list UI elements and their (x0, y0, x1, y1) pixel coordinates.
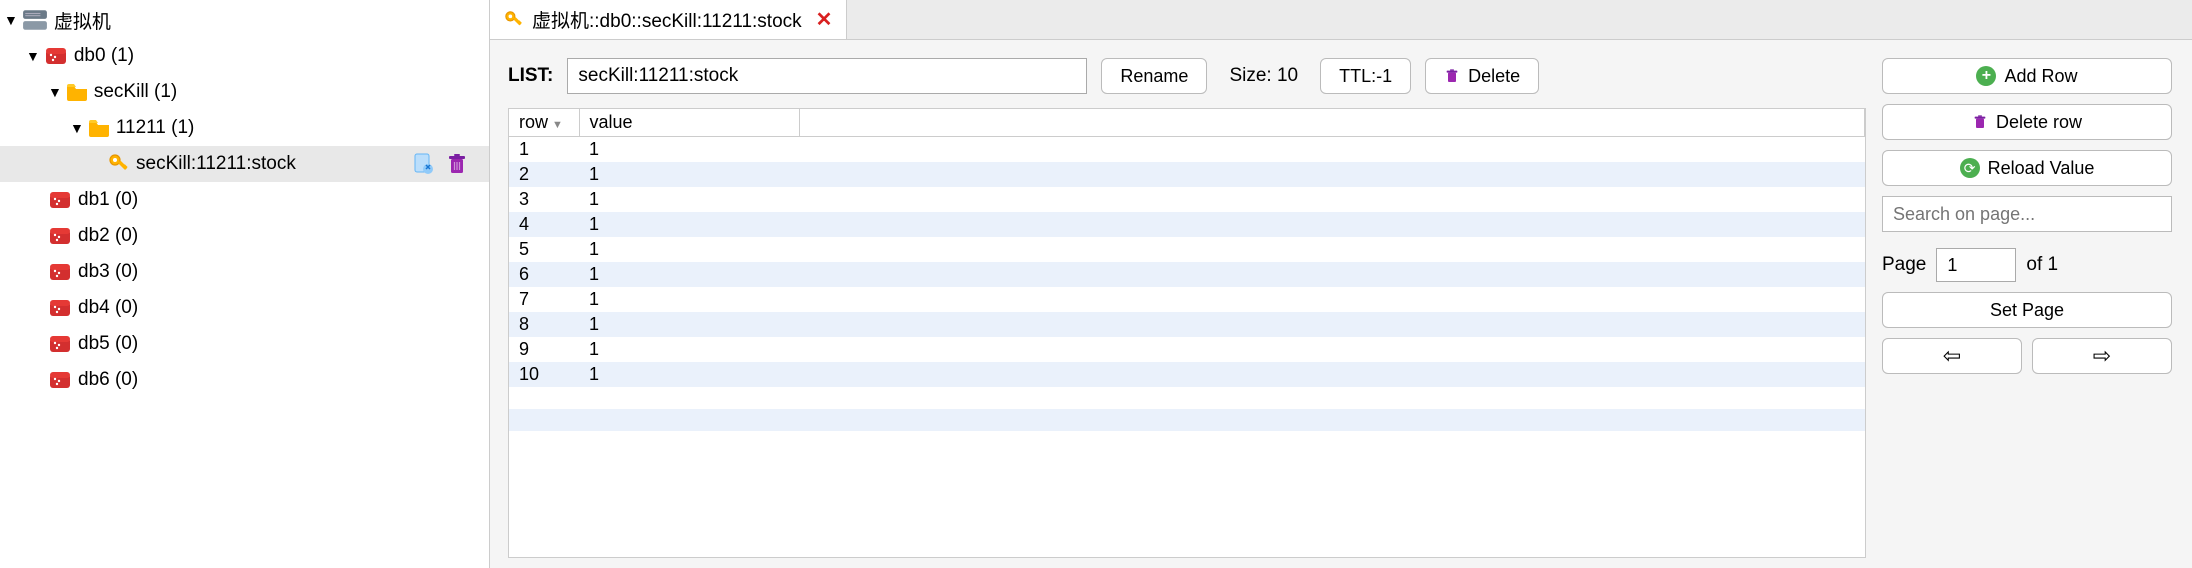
trash-icon (1444, 67, 1460, 85)
database-icon (44, 46, 68, 66)
main: 虚拟机::db0::secKill:11211:stock ✕ LIST: Re… (490, 0, 2192, 568)
page-of-label: of 1 (2026, 254, 2058, 276)
delete-row-button[interactable]: Delete row (1882, 104, 2172, 140)
trash-icon (1972, 113, 1988, 131)
nav-row: ⇦ ⇨ (1882, 338, 2172, 374)
table-row[interactable]: 101 (509, 362, 1865, 387)
table-row[interactable]: 31 (509, 187, 1865, 212)
folder-icon (66, 83, 88, 101)
table-row[interactable]: 61 (509, 262, 1865, 287)
tree-11211[interactable]: 11211 (1) (0, 110, 489, 146)
database-icon (48, 190, 72, 210)
col-spacer (799, 109, 1865, 137)
add-row-label: Add Row (2004, 66, 2077, 87)
key-name-input[interactable] (567, 58, 1087, 94)
sidebar: 虚拟机 db0 (1) secKill (1) 11211 (1) secKil… (0, 0, 490, 568)
reload-button[interactable]: ⟳ Reload Value (1882, 150, 2172, 186)
table-row[interactable]: 91 (509, 337, 1865, 362)
key-icon (504, 10, 524, 30)
right-panel: + Add Row Delete row ⟳ Reload Value Page… (1882, 58, 2172, 558)
table-row-blank (509, 387, 1865, 409)
key-row: LIST: Rename Size: 10 TTL:-1 Delete (508, 58, 1866, 94)
database-icon (48, 370, 72, 390)
tree-db4-label: db4 (0) (78, 297, 138, 319)
table-row[interactable]: 71 (509, 287, 1865, 312)
chevron-down-icon[interactable] (70, 120, 84, 136)
tree-seckill-label: secKill (1) (94, 81, 177, 103)
col-value[interactable]: value (579, 109, 799, 137)
next-button[interactable]: ⇨ (2032, 338, 2172, 374)
tree-server-label: 虚拟机 (54, 7, 111, 34)
folder-icon (88, 119, 110, 137)
table-row[interactable]: 21 (509, 162, 1865, 187)
tree-db6-label: db6 (0) (78, 369, 138, 391)
page-label: Page (1882, 254, 1926, 276)
copy-icon[interactable] (411, 152, 435, 176)
sort-icon: ▼ (552, 119, 563, 131)
tree-db0[interactable]: db0 (1) (0, 38, 489, 74)
tree-seckill[interactable]: secKill (1) (0, 74, 489, 110)
left-content: LIST: Rename Size: 10 TTL:-1 Delete row▼… (508, 58, 1866, 558)
page-row: Page of 1 (1882, 248, 2172, 282)
database-icon (48, 334, 72, 354)
delete-button[interactable]: Delete (1425, 58, 1539, 94)
tab-bar: 虚拟机::db0::secKill:11211:stock ✕ (490, 0, 2192, 40)
table-row[interactable]: 41 (509, 212, 1865, 237)
table-row-blank (509, 431, 1865, 453)
database-icon (48, 226, 72, 246)
tab-active[interactable]: 虚拟机::db0::secKill:11211:stock ✕ (490, 0, 847, 39)
key-icon (108, 153, 130, 175)
table-row-blank (509, 409, 1865, 431)
tree-db0-label: db0 (1) (74, 45, 134, 67)
chevron-down-icon[interactable] (4, 12, 18, 28)
content: LIST: Rename Size: 10 TTL:-1 Delete row▼… (490, 40, 2192, 568)
trash-icon[interactable] (445, 152, 469, 176)
chevron-down-icon[interactable] (48, 84, 62, 100)
set-page-button[interactable]: Set Page (1882, 292, 2172, 328)
table: row▼ value 112131415161718191101 (508, 108, 1866, 558)
tab-title: 虚拟机::db0::secKill:11211:stock (532, 6, 802, 33)
ttl-button[interactable]: TTL:-1 (1320, 58, 1411, 94)
search-input[interactable] (1882, 196, 2172, 232)
plus-icon: + (1976, 66, 1996, 86)
server-icon (22, 9, 48, 31)
tree-key-selected[interactable]: secKill:11211:stock (0, 146, 489, 182)
tree-db3-label: db3 (0) (78, 261, 138, 283)
table-row[interactable]: 81 (509, 312, 1865, 337)
tree-db1[interactable]: db1 (0) (0, 182, 489, 218)
table-row[interactable]: 51 (509, 237, 1865, 262)
col-row[interactable]: row▼ (509, 109, 579, 137)
add-row-button[interactable]: + Add Row (1882, 58, 2172, 94)
rename-button[interactable]: Rename (1101, 58, 1207, 94)
database-icon (48, 262, 72, 282)
table-row[interactable]: 11 (509, 137, 1865, 163)
tree-db2-label: db2 (0) (78, 225, 138, 247)
tree-db6[interactable]: db6 (0) (0, 362, 489, 398)
tree-db5-label: db5 (0) (78, 333, 138, 355)
reload-label: Reload Value (1988, 158, 2095, 179)
delete-row-label: Delete row (1996, 112, 2082, 133)
chevron-down-icon[interactable] (26, 48, 40, 64)
tree-11211-label: 11211 (1) (116, 117, 195, 139)
tree-db4[interactable]: db4 (0) (0, 290, 489, 326)
tree-item-actions (411, 152, 489, 176)
size-label: Size: 10 (1229, 65, 1298, 87)
close-icon[interactable]: ✕ (816, 7, 833, 32)
key-type-label: LIST: (508, 65, 553, 87)
page-input[interactable] (1936, 248, 2016, 282)
tree-db1-label: db1 (0) (78, 189, 138, 211)
tree-key-label: secKill:11211:stock (136, 153, 296, 175)
tree-db5[interactable]: db5 (0) (0, 326, 489, 362)
tree-server[interactable]: 虚拟机 (0, 2, 489, 38)
prev-button[interactable]: ⇦ (1882, 338, 2022, 374)
tree-db3[interactable]: db3 (0) (0, 254, 489, 290)
reload-icon: ⟳ (1960, 158, 1980, 178)
tree-db2[interactable]: db2 (0) (0, 218, 489, 254)
database-icon (48, 298, 72, 318)
delete-button-label: Delete (1468, 66, 1520, 87)
